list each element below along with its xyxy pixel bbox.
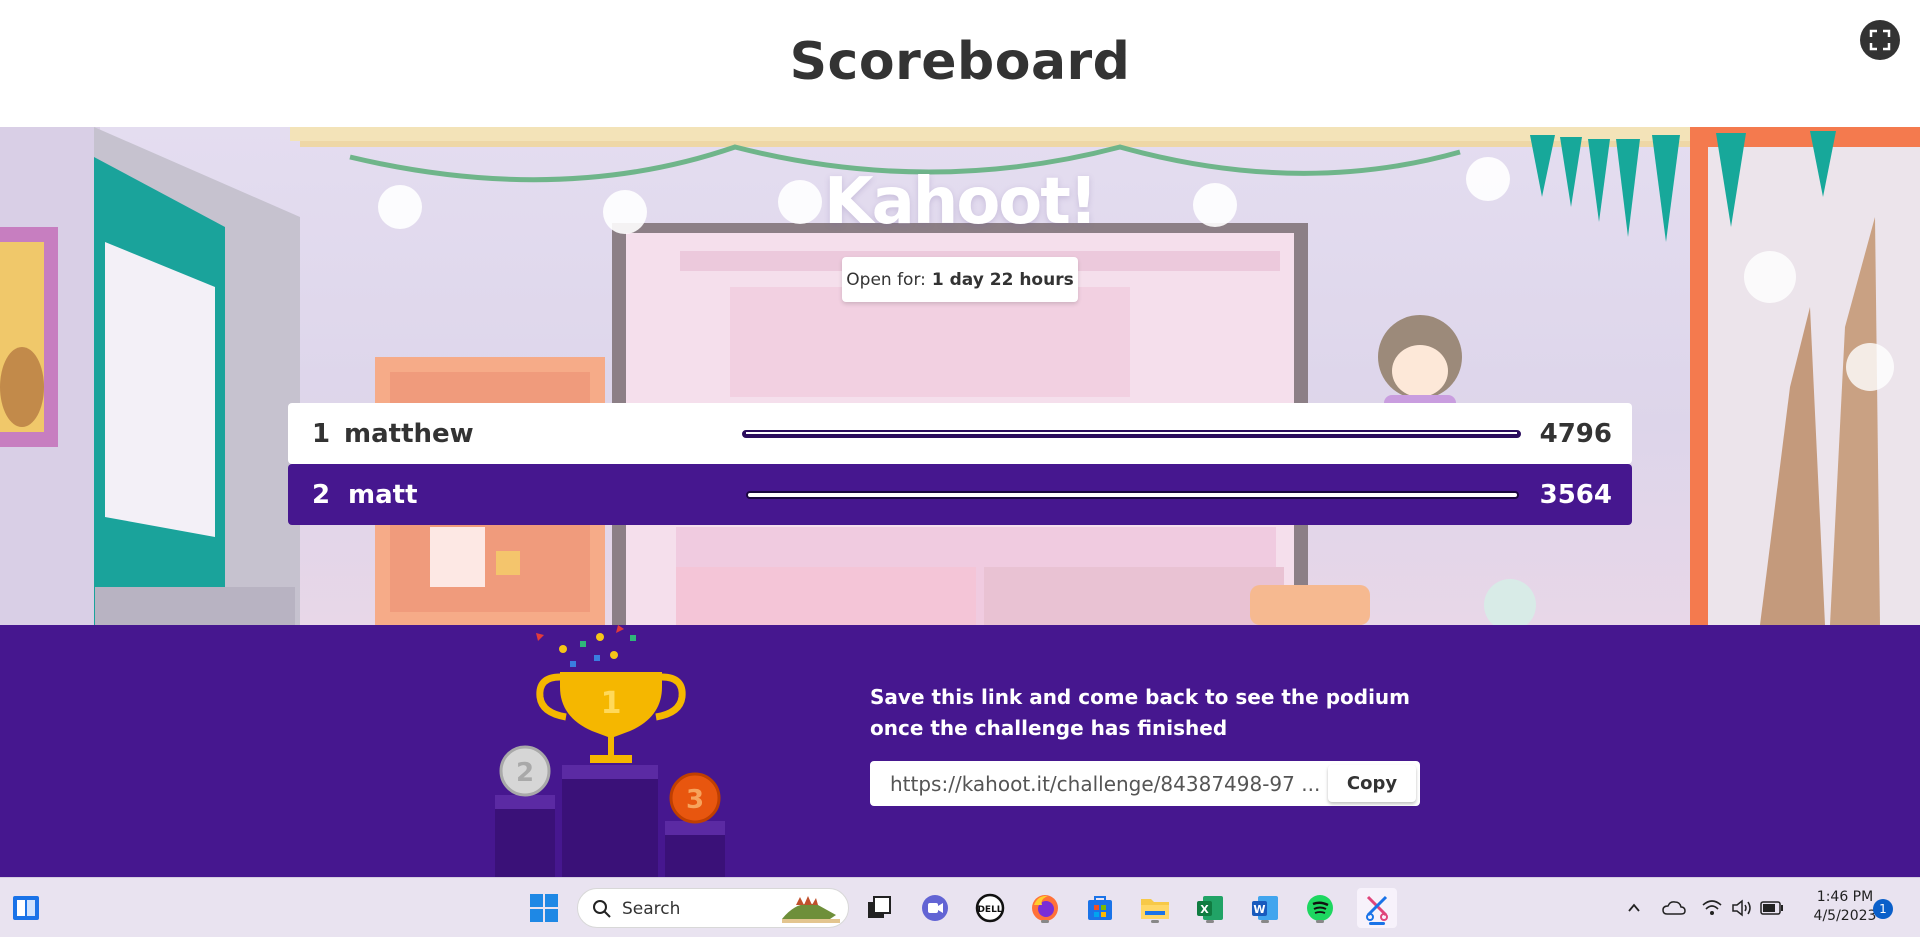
trophy-podium-icon: 1 2 3 (495, 625, 725, 877)
rank-number: 1 (312, 418, 331, 449)
notification-badge[interactable]: 1 (1873, 899, 1893, 919)
svg-text:W: W (1253, 903, 1265, 916)
file-explorer-icon[interactable] (1137, 890, 1173, 926)
share-link-box: Copy (870, 761, 1420, 806)
player-score: 3564 (1539, 479, 1612, 510)
fullscreen-button[interactable] (1860, 20, 1900, 60)
svg-text:X: X (1200, 903, 1209, 916)
wifi-icon[interactable] (1696, 890, 1728, 926)
player-name: matt (348, 479, 418, 510)
spotify-icon[interactable] (1302, 890, 1338, 926)
rank-number: 2 (312, 479, 331, 510)
start-icon[interactable] (526, 890, 562, 926)
header: Scoreboard (0, 0, 1920, 127)
footer-panel: 1 2 3 Save this link and come back to se… (0, 625, 1920, 877)
player-name: matthew (344, 418, 474, 449)
fullscreen-icon (1869, 29, 1891, 51)
kahoot-logo: Kahoot! (823, 165, 1098, 239)
challenge-link-field[interactable] (870, 761, 1325, 806)
svg-text:2: 2 (516, 758, 534, 788)
widgets-icon[interactable] (8, 890, 44, 926)
score-bar (746, 491, 1519, 499)
score-bar (742, 430, 1521, 438)
scoreboard-list: 1 matthew 4796 2 matt 3564 (288, 403, 1632, 525)
search-placeholder: Search (622, 899, 681, 919)
chevron-up-icon[interactable] (1616, 890, 1652, 926)
svg-text:DELL: DELL (977, 905, 1002, 915)
scoreboard-row: 2 matt 3564 (288, 464, 1632, 525)
search-icon (593, 900, 611, 918)
scoreboard-row: 1 matthew 4796 (288, 403, 1632, 464)
firefox-icon[interactable] (1027, 890, 1063, 926)
store-icon[interactable] (1082, 890, 1118, 926)
scene-background: Kahoot! (0, 127, 1920, 625)
word-icon[interactable]: W (1247, 890, 1283, 926)
page-title: Scoreboard (789, 32, 1131, 92)
onedrive-icon[interactable] (1656, 890, 1692, 926)
taskbar-search[interactable]: Search (577, 888, 849, 928)
open-for-value: 1 day 22 hours (931, 269, 1074, 290)
svg-text:3: 3 (686, 785, 704, 815)
player-score: 4796 (1539, 418, 1612, 449)
battery-icon[interactable] (1756, 890, 1788, 926)
taskbar: Search DELL X W 1:46 PM 4/5/2023 1 (0, 877, 1920, 937)
svg-text:1: 1 (601, 686, 622, 721)
save-link-message: Save this link and come back to see the … (870, 685, 1410, 740)
podium-illustration: 1 2 3 (490, 625, 740, 877)
copy-button[interactable]: Copy (1328, 765, 1416, 802)
dinosaur-icon (782, 896, 840, 923)
dell-icon[interactable]: DELL (972, 890, 1008, 926)
app-window: Scoreboard Kahoot! Open for: 1 day 22 ho… (0, 0, 1920, 937)
snipping-tool-icon[interactable] (1357, 888, 1397, 928)
open-for-badge: Open for: 1 day 22 hours (842, 257, 1078, 302)
task-view-icon[interactable] (861, 890, 897, 926)
volume-icon[interactable] (1726, 890, 1758, 926)
excel-icon[interactable]: X (1192, 890, 1228, 926)
teams-chat-icon[interactable] (917, 890, 953, 926)
open-for-label: Open for: (846, 269, 926, 290)
